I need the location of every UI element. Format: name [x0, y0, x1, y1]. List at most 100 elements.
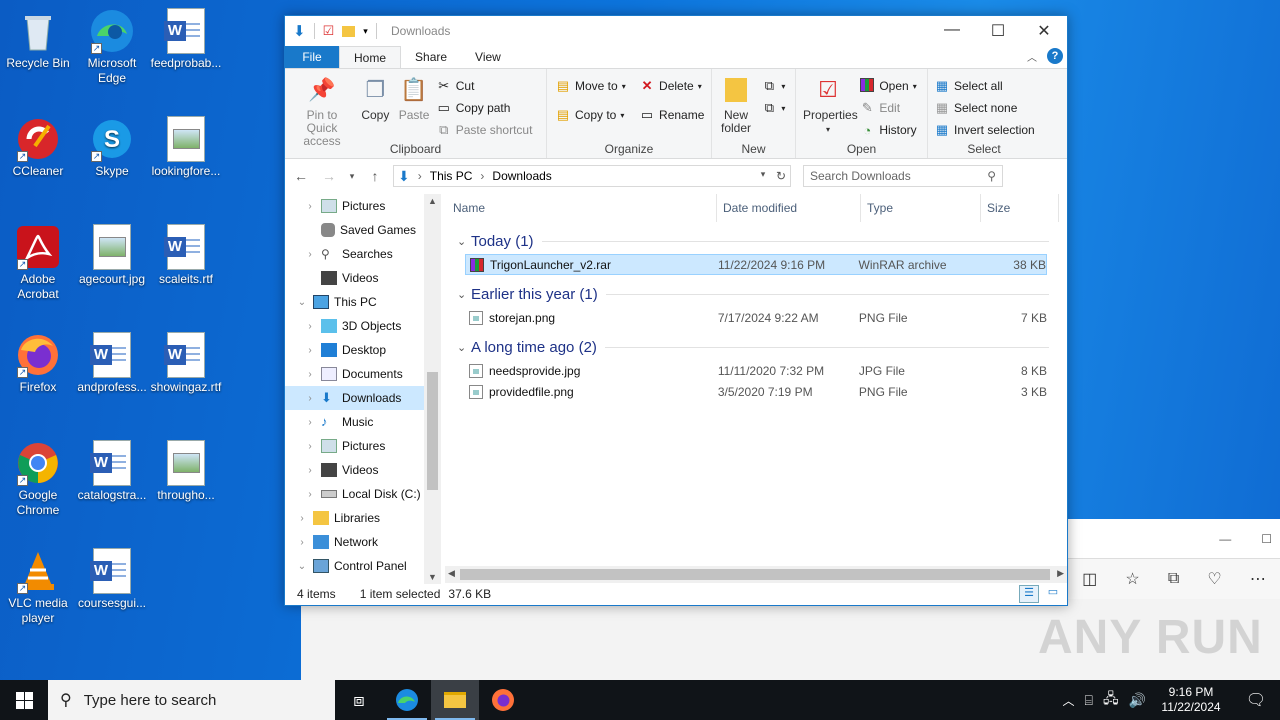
tab-file[interactable]: File — [285, 46, 339, 68]
rename-button[interactable]: ▭ Rename — [639, 104, 705, 126]
file-row[interactable]: providedfile.png 3/5/2020 7:19 PM PNG Fi… — [465, 381, 1047, 402]
nav-item-music[interactable]: › ♪ Music — [285, 410, 441, 434]
new-folder-icon[interactable] — [342, 25, 356, 37]
up-arrow-icon[interactable]: ↑ — [365, 168, 385, 184]
copy-to-button[interactable]: ▤ Copy to ▾ — [555, 104, 626, 126]
split-screen-icon[interactable]: ◫ — [1082, 569, 1097, 589]
help-icon[interactable]: ? — [1047, 48, 1063, 64]
tab-view[interactable]: View — [461, 46, 515, 68]
paste-shortcut-button[interactable]: ⧉ Paste shortcut — [436, 119, 532, 141]
task-view-icon[interactable]: ⧈ — [335, 680, 383, 720]
file-row[interactable]: storejan.png 7/17/2024 9:22 AM PNG File … — [465, 307, 1047, 328]
group-header-earlier-this-year[interactable]: ⌄ Earlier this year (1) — [447, 281, 1059, 307]
details-view-icon[interactable]: ☰ — [1019, 585, 1039, 603]
nav-item-desktop[interactable]: › Desktop — [285, 338, 441, 362]
nav-item-network[interactable]: › Network — [285, 530, 441, 554]
desktop-icon-recycle-bin[interactable]: Recycle Bin — [0, 8, 76, 71]
favorites-icon[interactable]: ☆ — [1125, 569, 1139, 589]
column-header-type[interactable]: Type — [861, 193, 981, 222]
edit-button[interactable]: ✎ Edit — [859, 97, 916, 119]
column-header-size[interactable]: Size — [981, 193, 1059, 222]
horizontal-scrollbar-thumb[interactable] — [460, 569, 1050, 580]
forward-arrow-icon[interactable]: → — [319, 168, 339, 184]
maximize-button[interactable]: ☐ — [975, 21, 1021, 41]
file-row[interactable]: needsprovide.jpg 11/11/2020 7:32 PM JPG … — [465, 360, 1047, 381]
taskbar-search-box[interactable]: ⚲ Type here to search — [48, 680, 335, 720]
clock[interactable]: 9:16 PM 11/22/2024 — [1156, 685, 1226, 715]
desktop-icon-feedprobab[interactable]: W feedprobab... — [148, 8, 224, 71]
move-to-button[interactable]: ▤ Move to ▾ — [555, 75, 626, 97]
nav-item-saved-games[interactable]: Saved Games — [285, 218, 441, 242]
desktop-icon-catalogstra[interactable]: W catalogstra... — [74, 440, 150, 503]
nav-item-searches[interactable]: › ⚲ Searches — [285, 242, 441, 266]
scroll-up-icon[interactable]: ▲ — [424, 196, 441, 206]
nav-item-3d-objects[interactable]: › 3D Objects — [285, 314, 441, 338]
notification-icon[interactable]: 🗨 — [1236, 690, 1276, 710]
desktop-icon-skype[interactable]: S ↗ Skype — [74, 116, 150, 179]
desktop-icon-agecourt[interactable]: agecourt.jpg — [74, 224, 150, 287]
nav-item-this-pc[interactable]: ⌄ This PC — [285, 290, 441, 314]
breadcrumb-this-pc[interactable]: This PC — [430, 169, 473, 183]
group-header-today[interactable]: ⌄ Today (1) — [447, 228, 1059, 254]
nav-item-pictures-pc[interactable]: › Pictures — [285, 434, 441, 458]
taskbar-firefox-icon[interactable] — [479, 680, 527, 720]
breadcrumb-downloads[interactable]: Downloads — [492, 169, 551, 183]
properties-button[interactable]: ☑ Properties ▾ — [800, 73, 858, 138]
select-all-button[interactable]: ▦ Select all — [934, 75, 1035, 97]
column-header-date[interactable]: Date modified — [717, 193, 861, 222]
refresh-icon[interactable]: ↻ — [772, 169, 790, 183]
nav-item-control-panel[interactable]: ⌄ Control Panel — [285, 554, 441, 578]
invert-selection-button[interactable]: ▦ Invert selection — [934, 119, 1035, 141]
search-box[interactable]: Search Downloads ⚲ — [803, 165, 1003, 187]
tab-home[interactable]: Home — [339, 46, 402, 68]
network-tray-icon[interactable]: 🖧 — [1103, 688, 1119, 712]
desktop-icon-firefox[interactable]: ↗ Firefox — [0, 332, 76, 395]
scroll-down-icon[interactable]: ▼ — [424, 572, 441, 582]
file-row[interactable]: TrigonLauncher_v2.rar 11/22/2024 9:16 PM… — [465, 254, 1047, 275]
desktop-icon-acrobat[interactable]: ↗ Adobe Acrobat — [0, 224, 76, 302]
nav-item-downloads[interactable]: › ⬇ Downloads — [285, 386, 441, 410]
pin-quick-access-button[interactable]: 📌 Pin to Quick access — [289, 73, 355, 150]
copy-path-button[interactable]: ▭ Copy path — [436, 97, 533, 119]
history-button[interactable]: ◔ History — [859, 119, 916, 141]
desktop-icon-edge[interactable]: ↗ Microsoft Edge — [74, 8, 150, 86]
open-button[interactable]: Open ▾ — [859, 75, 917, 97]
nav-item-local-disk[interactable]: › Local Disk (C:) — [285, 482, 441, 506]
nav-item-videos[interactable]: Videos — [285, 266, 441, 290]
collections-icon[interactable]: ⧉ — [1168, 570, 1179, 588]
cut-button[interactable]: ✂ Cut — [436, 75, 533, 97]
desktop-icon-andprofess[interactable]: W andprofess... — [74, 332, 150, 395]
taskbar-edge-icon[interactable] — [383, 680, 431, 720]
back-arrow-icon[interactable]: ← — [291, 168, 311, 184]
nav-item-libraries[interactable]: › Libraries — [285, 506, 441, 530]
desktop-icon-coursesgui[interactable]: W coursesgui... — [74, 548, 150, 611]
show-hidden-icons-chevron-icon[interactable]: ︿ — [1063, 692, 1075, 709]
tab-share[interactable]: Share — [401, 46, 461, 68]
scroll-left-icon[interactable]: ◀ — [448, 568, 455, 579]
address-bar[interactable]: ⬇ › This PC › Downloads ▾ ↻ — [393, 165, 791, 187]
nav-item-documents[interactable]: › Documents — [285, 362, 441, 386]
meet-now-icon[interactable]: ⌸ — [1085, 692, 1093, 709]
desktop-icon-lookingfore[interactable]: lookingfore... — [148, 116, 224, 179]
scroll-right-icon[interactable]: ▶ — [1057, 568, 1064, 579]
recent-locations-chevron-icon[interactable]: ▾ — [347, 171, 357, 182]
maximize-icon[interactable]: ☐ — [1261, 532, 1272, 546]
select-none-button[interactable]: ▦ Select none — [934, 97, 1035, 119]
minimize-button[interactable]: — — [929, 21, 975, 41]
copy-button[interactable]: ❐ Copy — [358, 73, 392, 124]
nav-scrollbar[interactable]: ▲ ▼ — [424, 194, 441, 584]
start-button[interactable] — [0, 680, 48, 720]
column-header-name[interactable]: Name — [447, 193, 717, 222]
large-icons-view-icon[interactable]: ▭ — [1043, 585, 1063, 603]
desktop-icon-vlc[interactable]: ↗ VLC media player — [0, 548, 76, 626]
easy-access-button[interactable]: ⧉ ▾ — [761, 97, 786, 119]
browser-essentials-icon[interactable]: ♡ — [1207, 569, 1221, 589]
collapse-ribbon-icon[interactable]: ︿ — [1027, 49, 1037, 64]
new-folder-button[interactable]: New folder — [716, 73, 756, 137]
address-dropdown-icon[interactable]: ▾ — [754, 169, 772, 183]
more-icon[interactable]: ⋯ — [1250, 569, 1266, 589]
close-button[interactable]: ✕ — [1021, 21, 1067, 41]
properties-check-icon[interactable]: ☑ — [323, 23, 335, 39]
minimize-icon[interactable]: — — [1219, 532, 1231, 546]
new-item-button[interactable]: ⧉ ▾ — [761, 75, 786, 97]
